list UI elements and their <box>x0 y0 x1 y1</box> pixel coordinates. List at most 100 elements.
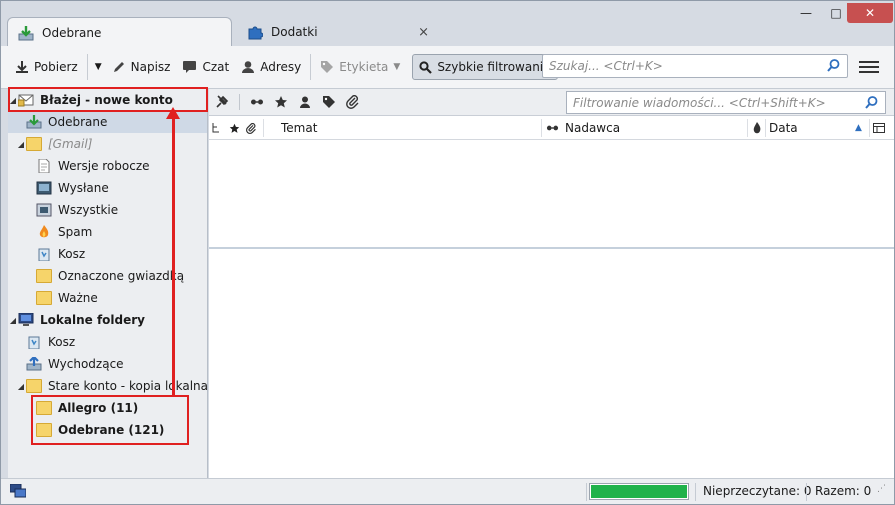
tab-inbox[interactable]: Odebrane <box>7 17 232 47</box>
folder-icon <box>26 137 42 151</box>
chat-bubble-icon <box>183 61 197 73</box>
column-subject-label: Temat <box>281 121 318 135</box>
hamburger-icon <box>859 61 879 63</box>
folder-trash-label: Kosz <box>58 247 86 261</box>
folder-local[interactable]: ◢ Lokalne foldery <box>8 309 207 331</box>
pane-splitter[interactable] <box>209 247 894 249</box>
total-count: Razem: 0 <box>815 484 872 498</box>
toolbar-separator <box>86 54 88 80</box>
column-date[interactable]: Data <box>769 116 798 140</box>
folder-starred-label: Oznaczone gwiazdką <box>58 269 185 283</box>
folder-outbox-label: Wychodzące <box>48 357 124 371</box>
attachment-column-icon[interactable] <box>246 116 257 140</box>
address-book-button[interactable]: Adresy <box>235 54 307 80</box>
column-separator <box>765 119 766 137</box>
collapse-triangle-icon[interactable]: ◢ <box>8 140 26 149</box>
person-icon <box>242 61 255 73</box>
column-picker-icon[interactable] <box>873 116 885 140</box>
quick-filter-label: Szybkie filtrowanie <box>437 60 551 74</box>
status-bar: Nieprzeczytane: 0 Razem: 0 ⋰ <box>1 478 894 504</box>
folder-all-label: Wszystkie <box>58 203 119 217</box>
quick-filter-button[interactable]: Szybkie filtrowanie <box>412 54 558 80</box>
tag-icon <box>321 61 334 73</box>
folder-spam[interactable]: Spam <box>8 221 207 243</box>
column-sender[interactable]: Nadawca <box>565 116 620 140</box>
folder-inbox-label: Odebrane <box>48 115 108 129</box>
folder-trash[interactable]: Kosz <box>8 243 207 265</box>
unread-column-icon[interactable] <box>546 116 559 140</box>
folder-sent[interactable]: Wysłane <box>8 177 207 199</box>
resize-grip-icon[interactable]: ⋰ <box>877 484 886 494</box>
computer-icon <box>18 313 34 326</box>
app-menu-button[interactable] <box>859 58 879 76</box>
pin-icon[interactable] <box>215 95 229 109</box>
folder-gmail[interactable]: ◢ [Gmail] <box>8 133 207 155</box>
annotation-arrow-line <box>172 118 175 396</box>
tag-button[interactable]: Etykieta ▼ <box>314 54 406 80</box>
close-tab-icon[interactable]: × <box>418 25 429 40</box>
toolbar-separator <box>310 54 312 80</box>
folder-important-label: Ważne <box>58 291 98 305</box>
tab-addons[interactable]: Dodatki × <box>237 17 437 47</box>
get-mail-button[interactable]: Pobierz <box>9 54 84 80</box>
trash-icon <box>38 248 50 261</box>
column-separator <box>263 119 264 137</box>
annotation-box-folders <box>31 395 189 445</box>
get-mail-dropdown[interactable]: ▼ <box>91 54 106 80</box>
column-date-label: Data <box>769 121 798 135</box>
minimize-button[interactable]: — <box>791 3 821 23</box>
collapse-triangle-icon[interactable]: ◢ <box>8 316 18 325</box>
magnifier-icon <box>419 60 433 74</box>
column-separator <box>747 119 748 137</box>
folder-starred[interactable]: Oznaczone gwiazdką <box>8 265 207 287</box>
write-button[interactable]: Napisz <box>106 54 177 80</box>
column-header-row: Temat Nadawca Data ▲ <box>209 116 894 140</box>
search-icon <box>865 96 878 109</box>
flame-icon <box>39 225 49 238</box>
contact-icon[interactable] <box>298 95 312 109</box>
tag-label: Etykieta <box>339 60 389 74</box>
search-input[interactable]: Szukaj... <Ctrl+K> <box>542 54 848 78</box>
chevron-down-icon: ▼ <box>393 62 401 72</box>
collapse-triangle-icon[interactable]: ◢ <box>8 382 26 391</box>
junk-column-icon[interactable] <box>752 116 762 140</box>
unread-glasses-icon[interactable] <box>250 95 264 109</box>
trash-icon <box>28 336 40 349</box>
chat-button[interactable]: Czat <box>176 54 235 80</box>
folder-outbox[interactable]: Wychodzące <box>8 353 207 375</box>
column-sender-label: Nadawca <box>565 121 621 135</box>
write-label: Napisz <box>130 60 171 74</box>
column-subject[interactable]: Temat <box>281 116 317 140</box>
download-icon <box>16 61 28 73</box>
tab-addons-label: Dodatki <box>271 25 318 39</box>
folder-icon <box>25 379 42 393</box>
folder-local-trash[interactable]: Kosz <box>8 331 207 353</box>
tag-icon[interactable] <box>322 95 336 109</box>
column-separator <box>869 119 870 137</box>
chat-label: Czat <box>202 60 230 74</box>
hamburger-line <box>859 66 879 68</box>
status-separator <box>695 483 696 501</box>
star-icon[interactable] <box>274 95 288 109</box>
attachment-icon[interactable] <box>346 95 360 109</box>
tab-inbox-label: Odebrane <box>42 25 102 40</box>
folder-important[interactable]: Ważne <box>8 287 207 309</box>
message-filter-input[interactable]: Filtrowanie wiadomości... <Ctrl+Shift+K> <box>566 91 886 114</box>
folder-all[interactable]: Wszystkie <box>8 199 207 221</box>
chevron-down-icon: ▼ <box>94 62 102 72</box>
folder-drafts-label: Wersje robocze <box>58 159 150 173</box>
online-status-icon[interactable] <box>10 484 26 498</box>
main-toolbar: Pobierz ▼ Napisz Czat Adresy Etykieta ▼ … <box>1 46 894 89</box>
thread-column-icon[interactable] <box>212 116 220 140</box>
draft-document-icon <box>38 159 50 173</box>
search-icon[interactable] <box>826 58 841 73</box>
folder-old-account-label: Stare konto - kopia lokalna <box>47 379 208 393</box>
folder-old-account[interactable]: ◢ Stare konto - kopia lokalna <box>8 375 208 397</box>
qf-separator <box>239 94 240 110</box>
progress-fill <box>591 485 687 498</box>
search-placeholder: Szukaj... <Ctrl+K> <box>549 59 663 73</box>
get-mail-label: Pobierz <box>34 60 78 74</box>
folder-drafts[interactable]: Wersje robocze <box>8 155 207 177</box>
star-column-icon[interactable] <box>229 116 240 140</box>
close-window-button[interactable]: ✕ <box>847 3 893 23</box>
